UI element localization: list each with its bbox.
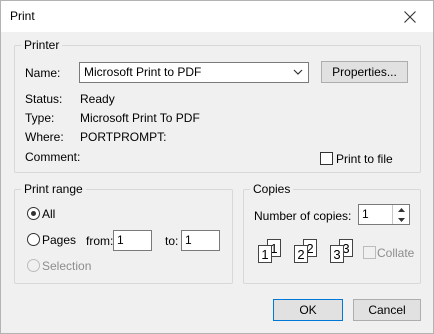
- status-value: Ready: [80, 92, 115, 106]
- collate-page-1-front: 1: [258, 245, 272, 263]
- properties-button[interactable]: Properties...: [321, 61, 408, 83]
- printer-name-combo[interactable]: Microsoft Print to PDF: [79, 62, 309, 83]
- cancel-button[interactable]: Cancel: [353, 299, 421, 321]
- print-to-file-label[interactable]: Print to file: [336, 152, 393, 167]
- chevron-down-icon: [293, 69, 303, 75]
- all-radio-label[interactable]: All: [42, 207, 55, 222]
- printer-name-value: Microsoft Print to PDF: [84, 65, 202, 79]
- ok-button[interactable]: OK: [273, 299, 343, 321]
- all-radio[interactable]: [27, 207, 40, 220]
- close-button[interactable]: [387, 1, 433, 32]
- comment-label: Comment:: [25, 150, 81, 164]
- number-of-copies-label: Number of copies:: [254, 209, 352, 223]
- to-label: to:: [165, 234, 179, 248]
- collate-checkbox[interactable]: [363, 246, 376, 259]
- status-label: Status:: [25, 92, 63, 106]
- collate-page-3-front: 3: [330, 245, 344, 263]
- type-label: Type:: [25, 111, 55, 125]
- properties-button-label: Properties...: [332, 65, 397, 79]
- dialog-title: Print: [10, 9, 35, 23]
- from-page-input[interactable]: 1: [113, 230, 152, 251]
- copies-spinner[interactable]: [392, 205, 409, 224]
- where-label: Where:: [25, 130, 64, 144]
- copies-group-label: Copies: [250, 182, 294, 197]
- spin-up-icon: [397, 207, 405, 212]
- cancel-button-label: Cancel: [368, 303, 406, 317]
- printer-group-label: Printer: [21, 38, 63, 53]
- collate-page-2-front: 2: [294, 245, 308, 263]
- radio-selected-dot: [31, 211, 36, 216]
- ok-button-label: OK: [299, 303, 317, 317]
- pages-radio[interactable]: [27, 233, 40, 246]
- number-of-copies-value: 1: [362, 207, 369, 221]
- title-bar: Print: [1, 1, 433, 32]
- selection-radio-label[interactable]: Selection: [42, 259, 91, 274]
- print-dialog: Print Printer Name: Microsoft Print to P…: [0, 0, 434, 334]
- to-page-input[interactable]: 1: [181, 230, 220, 251]
- spin-up-button[interactable]: [393, 205, 409, 214]
- print-range-group-label: Print range: [21, 182, 86, 197]
- spin-down-button[interactable]: [393, 215, 409, 224]
- name-label: Name:: [25, 66, 61, 80]
- from-label: from:: [86, 234, 114, 248]
- pages-radio-label[interactable]: Pages: [42, 233, 76, 248]
- selection-radio[interactable]: [27, 259, 40, 272]
- print-to-file-checkbox[interactable]: [320, 152, 333, 165]
- spin-down-icon: [397, 217, 405, 222]
- type-value: Microsoft Print To PDF: [80, 111, 200, 125]
- where-value: PORTPROMPT:: [80, 130, 167, 144]
- close-icon: [404, 10, 416, 23]
- collate-label[interactable]: Collate: [377, 246, 414, 261]
